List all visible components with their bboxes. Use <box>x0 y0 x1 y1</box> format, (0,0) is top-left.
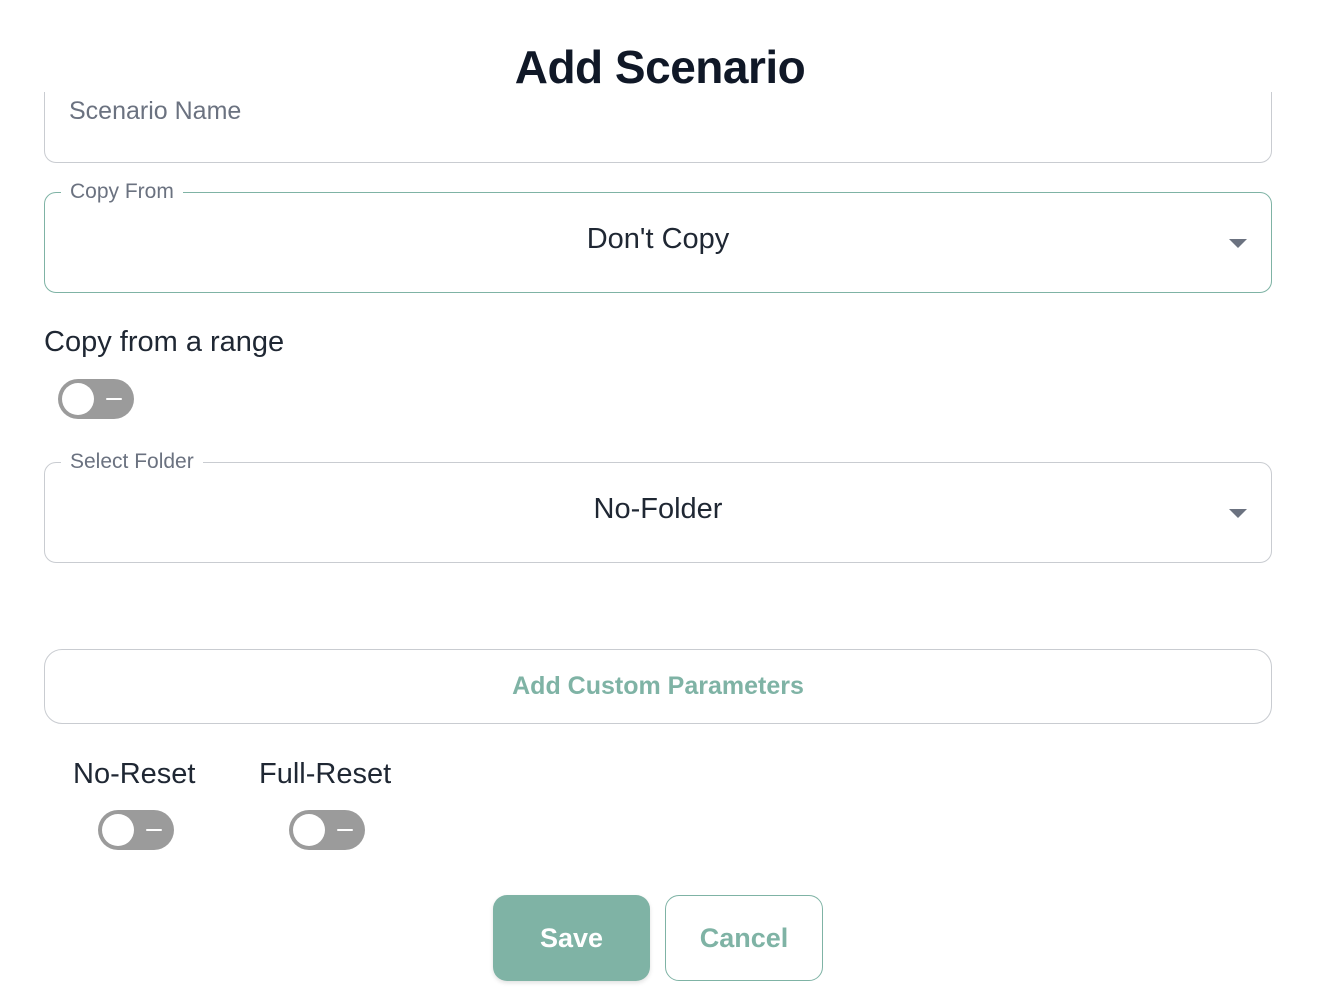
full-reset-toggle[interactable] <box>289 810 365 850</box>
toggle-knob <box>102 814 134 846</box>
scenario-name-field <box>44 92 1272 163</box>
copy-from-select[interactable]: Copy From Don't Copy <box>44 178 1272 293</box>
scenario-name-input[interactable] <box>69 96 1239 126</box>
folder-value: No-Folder <box>593 493 723 525</box>
add-custom-parameters-button[interactable]: Add Custom Parameters <box>44 649 1272 724</box>
full-reset-label: Full-Reset <box>259 758 392 790</box>
copy-from-label: Copy From <box>61 178 183 206</box>
toggle-knob <box>293 814 325 846</box>
no-reset-toggle[interactable] <box>98 810 174 850</box>
no-reset-label: No-Reset <box>73 758 196 790</box>
toggle-off-icon <box>146 829 162 831</box>
toggle-off-icon <box>106 398 122 400</box>
folder-label: Select Folder <box>61 448 203 476</box>
chevron-down-icon <box>1229 239 1247 248</box>
copy-from-value: Don't Copy <box>586 223 730 255</box>
save-button[interactable]: Save <box>493 895 650 981</box>
dialog-title: Add Scenario <box>514 41 806 93</box>
add-scenario-dialog: Add Scenario Copy From Don't Copy Copy f… <box>0 0 1320 994</box>
chevron-down-icon <box>1229 509 1247 518</box>
toggle-knob <box>62 383 94 415</box>
toggle-off-icon <box>337 829 353 831</box>
cancel-button[interactable]: Cancel <box>665 895 823 981</box>
folder-select[interactable]: Select Folder No-Folder <box>44 448 1272 563</box>
copy-range-label: Copy from a range <box>44 326 285 358</box>
copy-range-toggle[interactable] <box>58 379 134 419</box>
